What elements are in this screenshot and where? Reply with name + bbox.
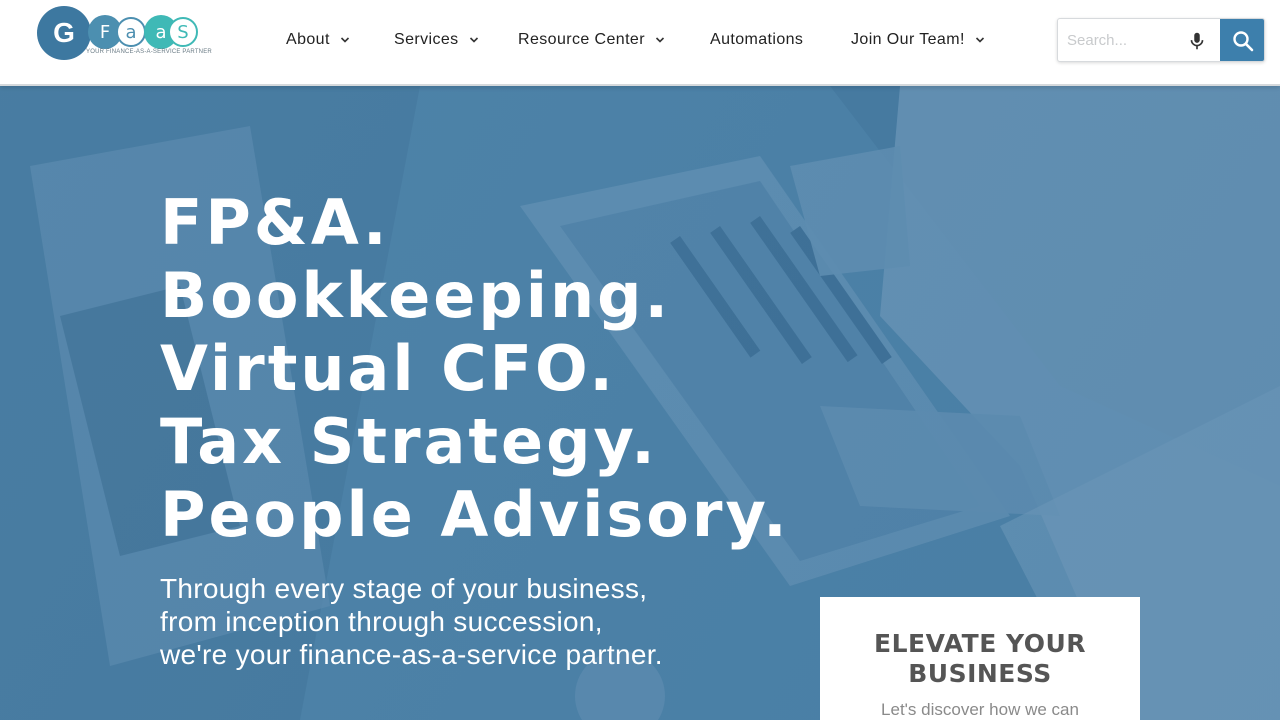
cta-title-line: ELEVATE YOUR [874, 629, 1086, 658]
logo-letter-s: S [168, 17, 198, 47]
cta-title-line: BUSINESS [908, 659, 1052, 688]
cta-title: ELEVATE YOUR BUSINESS [820, 629, 1140, 689]
headline-line: Virtual CFO. [160, 332, 616, 405]
company-logo[interactable]: G F a a S YOUR FINANCE-AS-A-SERVICE PART… [36, 5, 212, 63]
hero-subtext: Through every stage of your business, fr… [160, 572, 720, 671]
chevron-down-icon [469, 37, 478, 43]
hero-section: FP&A. Bookkeeping. Virtual CFO. Tax Stra… [0, 86, 1280, 720]
search-button[interactable] [1220, 19, 1264, 61]
nav-item-label: Join Our Team! [851, 31, 965, 48]
chevron-down-icon [340, 37, 349, 43]
nav-item-automations[interactable]: Automations [710, 28, 803, 52]
logo-mark: G [37, 6, 91, 60]
nav-item-label: Automations [710, 31, 804, 48]
nav-item-about[interactable]: About [286, 28, 350, 52]
microphone-icon[interactable] [1186, 30, 1208, 52]
headline-line: Tax Strategy. [160, 405, 658, 478]
nav-item-label: About [286, 31, 330, 48]
headline-line: FP&A. [160, 186, 390, 259]
search-icon [1233, 31, 1254, 52]
headline-line: Bookkeeping. [160, 259, 672, 332]
nav-item-label: Services [394, 31, 459, 48]
search-input[interactable] [1058, 19, 1180, 61]
site-header: G F a a S YOUR FINANCE-AS-A-SERVICE PART… [0, 0, 1280, 86]
subtext-line: from inception through succession, [160, 606, 603, 637]
subtext-line: Through every stage of your business, [160, 573, 648, 604]
logo-letter-a1: a [116, 17, 146, 47]
headline-line: People Advisory. [160, 478, 790, 551]
elevate-business-card: ELEVATE YOUR BUSINESS Let's discover how… [820, 597, 1140, 720]
nav-item-resource-center[interactable]: Resource Center [518, 28, 665, 52]
logo-tagline: YOUR FINANCE-AS-A-SERVICE PARTNER [86, 49, 212, 55]
nav-item-services[interactable]: Services [394, 28, 479, 52]
nav-item-join-our-team[interactable]: Join Our Team! [851, 28, 985, 52]
subtext-line: we're your finance-as-a-service partner. [160, 639, 663, 670]
nav-item-label: Resource Center [518, 31, 645, 48]
cta-text: Let's discover how we can [881, 700, 1079, 719]
search-box [1057, 18, 1265, 62]
hero-headline: FP&A. Bookkeeping. Virtual CFO. Tax Stra… [160, 186, 800, 551]
chevron-down-icon [655, 37, 665, 43]
chevron-down-icon [975, 37, 984, 43]
